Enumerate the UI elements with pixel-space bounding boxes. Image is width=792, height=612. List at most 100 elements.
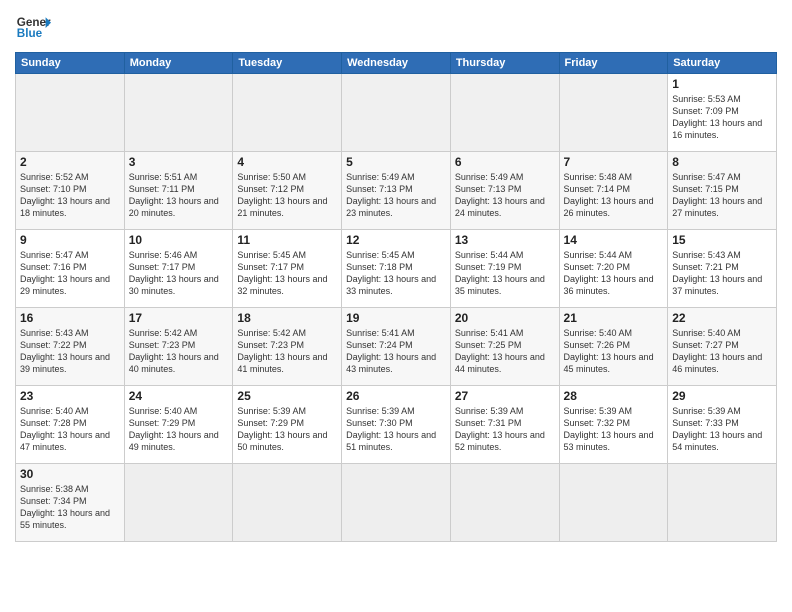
day-info: Sunrise: 5:52 AMSunset: 7:10 PMDaylight:…	[20, 171, 120, 220]
day-number: 10	[129, 233, 229, 247]
day-cell	[668, 464, 777, 542]
sunrise-label: Sunrise: 5:43 AM	[672, 250, 741, 260]
day-number: 1	[672, 77, 772, 91]
sunset-label: Sunset: 7:16 PM	[20, 262, 87, 272]
daylight-label: Daylight: 13 hours and 45 minutes.	[564, 352, 654, 374]
sunset-label: Sunset: 7:11 PM	[129, 184, 195, 194]
day-number: 2	[20, 155, 120, 169]
day-info: Sunrise: 5:44 AMSunset: 7:20 PMDaylight:…	[564, 249, 664, 298]
day-cell: 15Sunrise: 5:43 AMSunset: 7:21 PMDayligh…	[668, 230, 777, 308]
day-info: Sunrise: 5:41 AMSunset: 7:24 PMDaylight:…	[346, 327, 446, 376]
sunset-label: Sunset: 7:25 PM	[455, 340, 522, 350]
day-info: Sunrise: 5:43 AMSunset: 7:21 PMDaylight:…	[672, 249, 772, 298]
day-cell	[233, 74, 342, 152]
day-cell	[124, 464, 233, 542]
day-info: Sunrise: 5:50 AMSunset: 7:12 PMDaylight:…	[237, 171, 337, 220]
weekday-header-monday: Monday	[124, 53, 233, 74]
day-number: 22	[672, 311, 772, 325]
sunrise-label: Sunrise: 5:39 AM	[346, 406, 415, 416]
daylight-label: Daylight: 13 hours and 32 minutes.	[237, 274, 327, 296]
sunrise-label: Sunrise: 5:45 AM	[237, 250, 306, 260]
sunset-label: Sunset: 7:17 PM	[237, 262, 304, 272]
day-number: 21	[564, 311, 664, 325]
day-cell: 20 Sunrise: 5:41 AMSunset: 7:25 PMDayligh…	[450, 308, 559, 386]
sunrise-label: Sunrise: 5:39 AM	[564, 406, 633, 416]
week-row-4: 16 Sunrise: 5:43 AM Sunset: 7:22 PM Dayligh…	[16, 308, 777, 386]
sunset-label: Sunset: 7:22 PM	[20, 340, 87, 350]
sunset-label: Sunset: 7:26 PM	[564, 340, 631, 350]
sunrise-label: Sunrise: 5:41 AM	[346, 328, 415, 338]
day-cell: 27Sunrise: 5:39 AMSunset: 7:31 PMDayligh…	[450, 386, 559, 464]
sunrise-label: Sunrise: 5:43 AM	[20, 328, 89, 338]
page: General Blue SundayMondayTuesdayWednesda…	[0, 0, 792, 612]
day-cell: 14Sunrise: 5:44 AMSunset: 7:20 PMDayligh…	[559, 230, 668, 308]
day-number: 12	[346, 233, 446, 247]
day-number: 3	[129, 155, 229, 169]
day-info: Sunrise: 5:40 AMSunset: 7:26 PMDaylight:…	[564, 327, 664, 376]
day-cell: 16Sunrise: 5:43 AMSunset: 7:22 PMDayligh…	[16, 308, 125, 386]
day-number: 16	[20, 311, 120, 325]
day-cell: 25Sunrise: 5:39 AMSunset: 7:29 PMDayligh…	[233, 386, 342, 464]
sunset-label: Sunset: 7:17 PM	[129, 262, 196, 272]
svg-text:Blue: Blue	[17, 27, 43, 40]
sunset-label: Sunset: 7:18 PM	[346, 262, 413, 272]
sunset-label: Sunset: 7:13 PM	[455, 184, 522, 194]
daylight-label: Daylight: 13 hours and 16 minutes.	[672, 118, 762, 140]
weekday-header-saturday: Saturday	[668, 53, 777, 74]
sunset-label: Sunset: 7:23 PM	[129, 340, 196, 350]
day-number: 23	[20, 389, 120, 403]
daylight-label: Daylight: 13 hours and 37 minutes.	[672, 274, 762, 296]
weekday-header-sunday: Sunday	[16, 53, 125, 74]
sunset-label: Sunset: 7:28 PM	[20, 418, 87, 428]
day-number: 25	[237, 389, 337, 403]
day-info: Sunrise: 5:42 AMSunset: 7:23 PMDaylight:…	[129, 327, 229, 376]
day-number: 20	[455, 311, 555, 325]
sunrise-label: Sunrise: 5:44 AM	[455, 250, 524, 260]
day-cell: 11Sunrise: 5:45 AMSunset: 7:17 PMDayligh…	[233, 230, 342, 308]
sunrise-label: Sunrise: 5:39 AM	[237, 406, 306, 416]
day-info: Sunrise: 5:40 AMSunset: 7:29 PMDaylight:…	[129, 405, 229, 454]
day-info: Sunrise: 5:45 AM Sunset: 7:17 PM Daylight:…	[237, 249, 337, 298]
daylight-label: Daylight: 13 hours and 23 minutes.	[346, 196, 436, 218]
day-info: Sunrise: 5:51 AMSunset: 7:11 PMDaylight:…	[129, 171, 229, 220]
day-info: Sunrise: 5:43 AMSunset: 7:22 PMDaylight:…	[20, 327, 120, 376]
daylight-label: Daylight: 13 hours and 27 minutes.	[672, 196, 762, 218]
day-info: Sunrise: 5:46 AMSunset: 7:17 PMDaylight:…	[129, 249, 229, 298]
day-number: 26	[346, 389, 446, 403]
daylight-label: Daylight: 13 hours and 35 minutes.	[455, 274, 545, 296]
sunrise-label: Sunrise: 5:38 AM	[20, 484, 89, 494]
logo: General Blue	[15, 10, 51, 46]
day-cell: 28Sunrise: 5:39 AMSunset: 7:32 PMDayligh…	[559, 386, 668, 464]
weekday-header-friday: Friday	[559, 53, 668, 74]
day-number: 24	[129, 389, 229, 403]
day-cell	[233, 464, 342, 542]
sunset-label: Sunset: 7:23 PM	[237, 340, 304, 350]
day-cell: 22Sunrise: 5:40 AMSunset: 7:27 PMDayligh…	[668, 308, 777, 386]
day-cell: 7Sunrise: 5:48 AMSunset: 7:14 PMDaylight…	[559, 152, 668, 230]
day-info: Sunrise: 5:38 AMSunset: 7:34 PMDaylight:…	[20, 483, 120, 532]
day-info: Sunrise: 5:39 AMSunset: 7:33 PMDaylight:…	[672, 405, 772, 454]
day-info: Sunrise: 5:41 AMSunset: 7:25 PMDaylight:…	[455, 327, 555, 376]
daylight-label: Daylight: 13 hours and 33 minutes.	[346, 274, 436, 296]
day-cell	[124, 74, 233, 152]
day-info: Sunrise: 5:53 AMSunset: 7:09 PMDaylight:…	[672, 93, 772, 142]
sunrise-label: Sunrise: 5:49 AM	[455, 172, 524, 182]
daylight-label: Daylight: 13 hours and 43 minutes.	[346, 352, 436, 374]
sunset-label: Sunset: 7:14 PM	[564, 184, 631, 194]
sunrise-label: Sunrise: 5:40 AM	[129, 406, 198, 416]
sunset-label: Sunset: 7:09 PM	[672, 106, 739, 116]
sunrise-label: Sunrise: 5:39 AM	[672, 406, 741, 416]
day-info: Sunrise: 5:47 AMSunset: 7:16 PMDaylight:…	[20, 249, 120, 298]
sunset-label: Sunset: 7:33 PM	[672, 418, 739, 428]
day-info: Sunrise: 5:48 AMSunset: 7:14 PMDaylight:…	[564, 171, 664, 220]
day-cell	[450, 74, 559, 152]
weekday-header-tuesday: Tuesday	[233, 53, 342, 74]
week-row-2: 2 Sunrise: 5:52 AMSunset: 7:10 PMDaylight…	[16, 152, 777, 230]
day-info: Sunrise: 5:49 AMSunset: 7:13 PMDaylight:…	[346, 171, 446, 220]
daylight-label: Daylight: 13 hours and 18 minutes.	[20, 196, 110, 218]
day-info: Sunrise: 5:40 AMSunset: 7:28 PMDaylight:…	[20, 405, 120, 454]
week-row-6: 30Sunrise: 5:38 AMSunset: 7:34 PMDayligh…	[16, 464, 777, 542]
day-number: 5	[346, 155, 446, 169]
sunrise-label: Sunrise: 5:42 AM	[129, 328, 198, 338]
daylight-label: Daylight: 13 hours and 29 minutes.	[20, 274, 110, 296]
